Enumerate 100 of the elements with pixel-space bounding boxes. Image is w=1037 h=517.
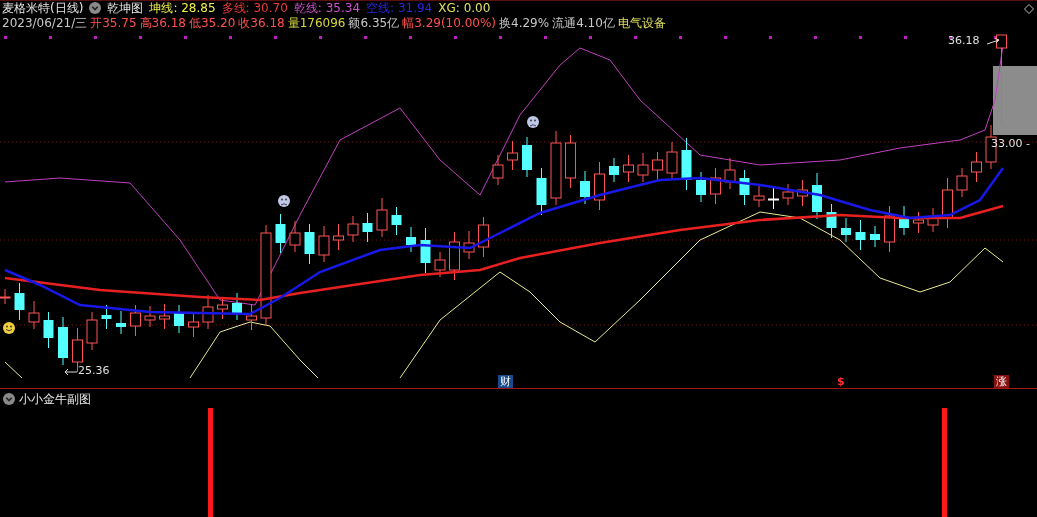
candlestick bbox=[333, 223, 344, 251]
candlestick bbox=[318, 225, 330, 263]
quote-value: 换4.29% bbox=[499, 15, 550, 30]
candlestick bbox=[623, 154, 634, 183]
event-marker[interactable]: $ bbox=[835, 375, 847, 388]
candlestick bbox=[652, 151, 663, 181]
candlestick bbox=[522, 136, 532, 178]
candlestick bbox=[681, 137, 692, 191]
price-label: 25.36 bbox=[78, 364, 110, 378]
candlestick bbox=[826, 203, 837, 239]
stock-title: 麦格米特(日线) bbox=[2, 1, 84, 15]
arrow-icon bbox=[986, 38, 1000, 46]
candlestick bbox=[710, 167, 721, 205]
quote-value: 2023/06/21/三 bbox=[2, 15, 88, 30]
sad-face-icon bbox=[278, 195, 290, 207]
candlestick bbox=[753, 185, 765, 208]
indicator-value: XG: 0.00 bbox=[438, 1, 491, 15]
candlestick bbox=[812, 172, 822, 220]
candlestick bbox=[580, 170, 590, 205]
diamond-icon[interactable] bbox=[1024, 4, 1034, 14]
quote-value: 幅3.29(10.00%) bbox=[402, 15, 497, 30]
candlestick bbox=[594, 161, 605, 211]
candlestick bbox=[492, 154, 504, 186]
sad-face-icon bbox=[527, 116, 539, 128]
price-highlight-block bbox=[993, 66, 1037, 135]
candlestick bbox=[797, 179, 808, 207]
candlestick bbox=[144, 305, 156, 328]
candlestick bbox=[116, 310, 126, 335]
arrow-icon bbox=[64, 368, 78, 376]
price-label: 33.00 - bbox=[991, 137, 1030, 151]
candlestick bbox=[565, 134, 576, 189]
candlestick bbox=[304, 223, 315, 265]
quote-value: 开35.75 bbox=[90, 15, 137, 30]
candlestick bbox=[202, 294, 214, 330]
candlestick bbox=[478, 216, 489, 258]
quote-value: 流通4.10亿 bbox=[552, 15, 615, 30]
candlestick bbox=[899, 205, 909, 236]
candlestick bbox=[536, 167, 547, 216]
candlestick bbox=[43, 311, 54, 349]
candlestick bbox=[434, 251, 446, 278]
candlestick bbox=[232, 292, 242, 321]
candlestick bbox=[927, 207, 939, 233]
candlestick bbox=[159, 303, 170, 330]
candlestick bbox=[696, 171, 706, 203]
candlestick bbox=[768, 186, 779, 210]
indicator-value: 坤线: 28.85 bbox=[149, 1, 216, 15]
dropdown-icon[interactable] bbox=[3, 392, 15, 405]
quote-value: 量176096 bbox=[287, 15, 346, 30]
candlestick bbox=[101, 304, 112, 330]
indicator-value: 乾线: 35.34 bbox=[293, 1, 361, 15]
candlestick bbox=[28, 300, 40, 330]
candlestick bbox=[449, 231, 460, 281]
smiley-icon bbox=[3, 322, 15, 334]
candlestick bbox=[362, 212, 373, 243]
quote-value: 收36.18 bbox=[238, 15, 285, 30]
lower-band-line bbox=[4, 361, 23, 379]
candlestick bbox=[609, 157, 619, 183]
candlestick bbox=[0, 288, 11, 305]
candlestick bbox=[275, 213, 286, 254]
candlestick bbox=[130, 304, 141, 337]
candlestick bbox=[942, 177, 953, 229]
candlestick bbox=[724, 157, 736, 190]
candlestick bbox=[391, 206, 402, 236]
candlestick bbox=[913, 211, 924, 234]
candlestick bbox=[637, 152, 649, 183]
indicator-value: 多线: 30.70 bbox=[221, 1, 288, 15]
candlestick bbox=[841, 217, 851, 243]
candlestick bbox=[666, 141, 678, 181]
candlestick bbox=[347, 215, 359, 243]
event-marker[interactable]: 财 bbox=[498, 375, 513, 388]
candlestick bbox=[14, 282, 25, 321]
candlestick bbox=[420, 227, 431, 274]
indicator-value: 空线: 31.94 bbox=[366, 1, 433, 15]
candlestick bbox=[406, 226, 416, 253]
candlestick bbox=[376, 197, 388, 238]
candlestick bbox=[217, 296, 228, 320]
indicator-name: 乾坤图 bbox=[107, 1, 144, 15]
event-marker[interactable]: 涨 bbox=[994, 375, 1009, 388]
candlestick bbox=[58, 316, 68, 366]
candlestick bbox=[971, 151, 982, 183]
candlestick bbox=[507, 140, 518, 171]
candlestick bbox=[956, 167, 968, 198]
candlestick bbox=[884, 205, 895, 253]
candlestick bbox=[188, 311, 199, 338]
candlestick bbox=[86, 311, 98, 351]
price-label: 36.18 bbox=[948, 34, 980, 48]
candlestick bbox=[463, 230, 475, 260]
candlestick bbox=[289, 220, 301, 253]
quote-value: 额6.35亿 bbox=[348, 15, 400, 30]
candlestick bbox=[174, 304, 184, 334]
candlestick bbox=[870, 225, 880, 248]
quote-value: 电气设备 bbox=[617, 15, 666, 30]
candlestick bbox=[739, 169, 750, 206]
candlestick bbox=[855, 219, 866, 251]
candlestick bbox=[782, 183, 794, 206]
quote-value: 高36.18 bbox=[139, 15, 186, 30]
subchart-title: 小小金牛副图 bbox=[19, 391, 91, 406]
quote-value: 低35.20 bbox=[188, 15, 236, 30]
dropdown-icon[interactable] bbox=[89, 2, 102, 14]
candlestick bbox=[246, 303, 257, 331]
